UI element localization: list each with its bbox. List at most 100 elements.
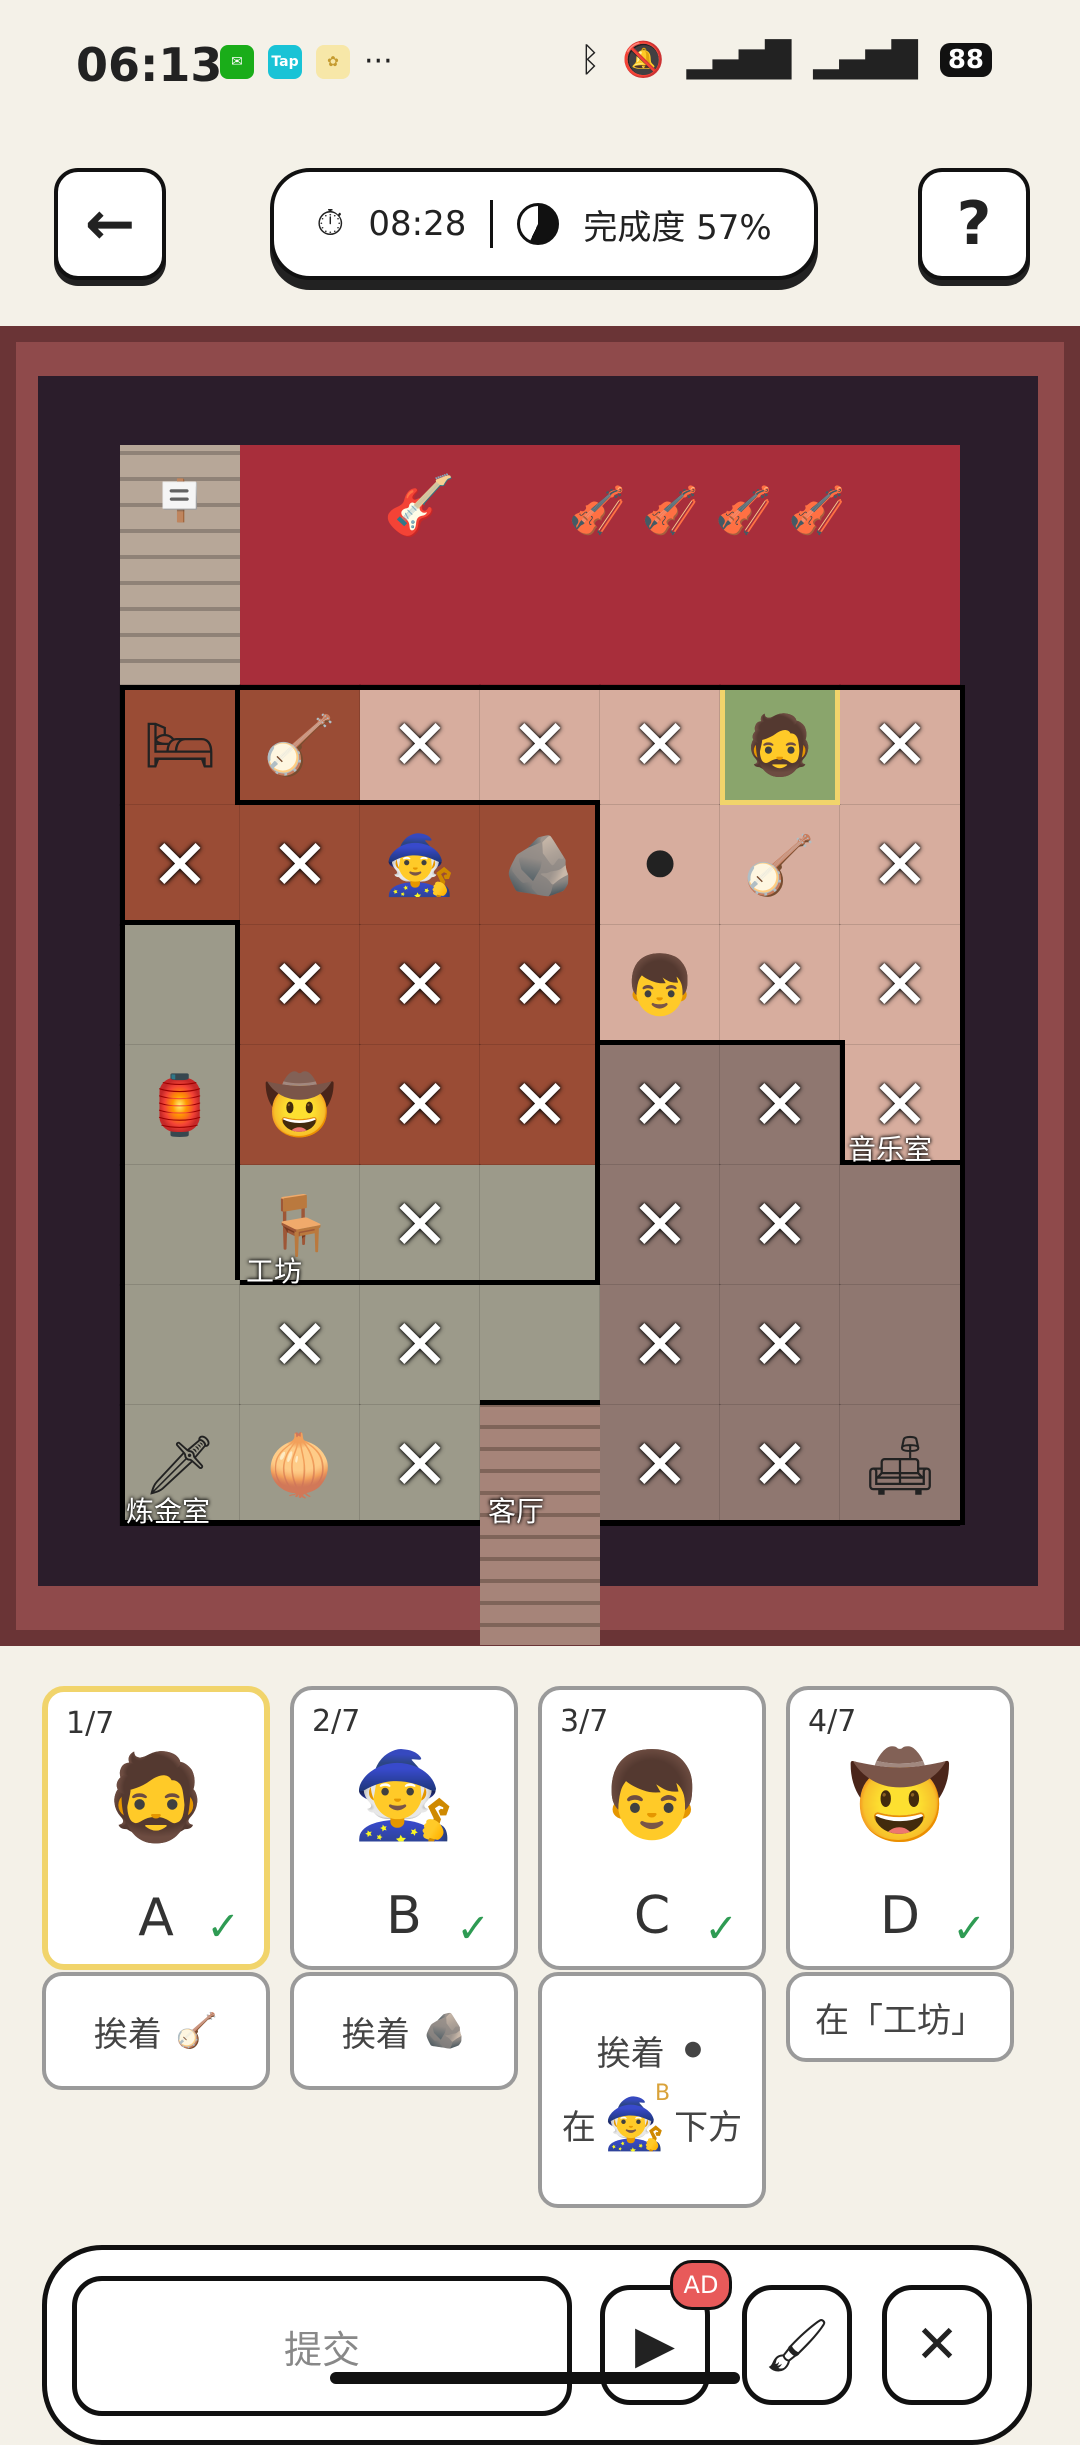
notification-icons: ✉ Tap ✿ ···	[220, 44, 393, 79]
signal-icon: ▂▄▆█	[686, 40, 792, 80]
submit-label: 提交	[283, 2328, 360, 2372]
play-video-icon: ▶	[635, 2315, 675, 2375]
room-wall	[235, 920, 240, 1280]
check-icon: ✓	[206, 1904, 240, 1950]
cross-mark[interactable]: ✕	[600, 1045, 720, 1165]
cross-mark[interactable]: ✕	[360, 1285, 480, 1405]
cross-mark[interactable]: ✕	[600, 1405, 720, 1525]
card-index: 2/7	[312, 1704, 361, 1739]
cross-mark[interactable]: ✕	[240, 1285, 360, 1405]
progress-text: 完成度 57%	[583, 207, 772, 248]
cross-mark[interactable]: ✕	[480, 1045, 600, 1165]
cross-mark[interactable]: ✕	[360, 925, 480, 1045]
back-button[interactable]: ←	[54, 168, 166, 280]
top-bar: ← ⏱ 08:28 完成度 57% ?	[0, 168, 1080, 288]
room-wall	[235, 685, 240, 805]
clue-card[interactable]: 挨着 🪕	[42, 1972, 270, 2090]
grid-cell[interactable]	[119, 1164, 241, 1286]
check-icon: ✓	[456, 1906, 490, 1952]
bluetooth-icon: ᛒ	[579, 40, 601, 80]
clue-card[interactable]: 挨着 🪨	[290, 1972, 518, 2090]
clear-button[interactable]: ✕	[882, 2285, 992, 2405]
card-index: 4/7	[808, 1704, 857, 1739]
progress-pie-icon	[517, 203, 560, 245]
cross-mark[interactable]: ✕	[600, 685, 720, 805]
clue-item-icon: 🪨	[423, 2011, 467, 2051]
cross-mark[interactable]: ✕	[840, 805, 960, 925]
room-label-music: 音乐室	[848, 1133, 933, 1166]
grid-cell[interactable]	[479, 1164, 601, 1286]
cross-mark[interactable]: ✕	[720, 1045, 840, 1165]
cross-mark[interactable]: ✕	[600, 1165, 720, 1285]
room-label-alchemy: 炼金室	[126, 1495, 211, 1528]
card-index: 3/7	[560, 1704, 609, 1739]
grid-cell[interactable]	[119, 924, 241, 1046]
clue-text: 挨着	[596, 2034, 665, 2074]
timer-text: 08:28	[368, 204, 467, 244]
close-icon: ✕	[915, 2315, 959, 2375]
suspect-card[interactable]: 2/7 🧙 B ✓	[290, 1686, 518, 1970]
brush-button[interactable]: 🖌	[742, 2285, 852, 2405]
cross-mark[interactable]: ✕	[240, 805, 360, 925]
suspect-portrait-icon: 🤠	[847, 1746, 953, 1844]
wechat-icon: ✉	[220, 44, 254, 79]
suspect-portrait-icon: 🧙	[351, 1746, 457, 1844]
cross-mark[interactable]: ✕	[360, 1165, 480, 1285]
grid-cell[interactable]	[839, 1164, 961, 1286]
suspect-card[interactable]: 4/7 🤠 D ✓	[786, 1686, 1014, 1970]
grid-cell[interactable]	[839, 1284, 961, 1406]
grid-cell[interactable]	[119, 1284, 241, 1406]
clue-tag: B	[655, 2081, 671, 2106]
room-label-living: 客厅	[488, 1495, 545, 1528]
cross-mark[interactable]: ✕	[240, 925, 360, 1045]
room-wall	[840, 1040, 845, 1160]
cross-mark[interactable]: ✕	[600, 1285, 720, 1405]
home-indicator	[330, 2372, 740, 2384]
clock: 06:13	[76, 38, 223, 92]
clue-text: 在	[561, 2108, 596, 2148]
check-icon: ✓	[704, 1906, 738, 1952]
suspect-card[interactable]: 3/7 👦 C ✓	[538, 1686, 766, 1970]
room-wall	[120, 920, 240, 925]
clue-text: 挨着	[341, 2014, 410, 2055]
cross-mark[interactable]: ✕	[720, 1165, 840, 1285]
arrow-left-icon: ←	[84, 189, 136, 259]
cross-mark[interactable]: ✕	[480, 925, 600, 1045]
cross-mark[interactable]: ✕	[720, 925, 840, 1045]
suspect-portrait-icon: 🧔	[103, 1748, 209, 1846]
divider	[490, 200, 494, 248]
ad-badge: AD	[670, 2260, 732, 2310]
cross-mark[interactable]: ✕	[360, 685, 480, 805]
help-button[interactable]: ?	[918, 168, 1030, 280]
suspect-d-icon: 🤠	[263, 1070, 337, 1139]
suspect-card[interactable]: 1/7 🧔 A ✓	[42, 1686, 270, 1970]
clue-card[interactable]: 在「工坊」	[786, 1972, 1014, 2062]
cross-mark[interactable]: ✕	[360, 1045, 480, 1165]
cross-mark[interactable]: ✕	[720, 1285, 840, 1405]
cross-mark[interactable]: ✕	[360, 1405, 480, 1525]
room-wall	[960, 685, 965, 1525]
room-label-workshop: 工坊	[246, 1255, 303, 1288]
cross-mark[interactable]: ✕	[120, 805, 240, 925]
bed-icon: 🛏	[143, 710, 217, 779]
room-wall	[600, 1520, 960, 1526]
rabbit-icon: ✿	[316, 44, 350, 79]
clue-text: 在「工坊」	[815, 2000, 985, 2041]
cross-mark[interactable]: ✕	[840, 925, 960, 1045]
status-bar: 06:13 ✉ Tap ✿ ··· ᛒ 🔕 ▂▄▆█ ▂▄▆█ 88	[0, 0, 1080, 130]
lantern-icon: 🏮	[143, 1070, 217, 1139]
submit-button[interactable]: 提交	[72, 2276, 572, 2416]
grid-cell[interactable]	[479, 1284, 601, 1406]
suspect-c-icon: 👦	[623, 950, 697, 1019]
clue-item-icon: ⚫	[678, 2030, 708, 2071]
cross-mark[interactable]: ✕	[480, 685, 600, 805]
check-icon: ✓	[952, 1906, 986, 1952]
signal-icon-2: ▂▄▆█	[813, 40, 918, 80]
brush-icon: 🖌	[763, 2315, 830, 2376]
clue-card[interactable]: 挨着 ⚫ 在 🧙 B 下方	[538, 1972, 766, 2208]
cross-mark[interactable]: ✕	[840, 685, 960, 805]
clue-item-icon: 🪕	[175, 2011, 219, 2051]
cross-mark[interactable]: ✕	[720, 1405, 840, 1525]
status-pill: ⏱ 08:28 完成度 57%	[270, 168, 818, 280]
tap-icon: Tap	[268, 44, 302, 79]
